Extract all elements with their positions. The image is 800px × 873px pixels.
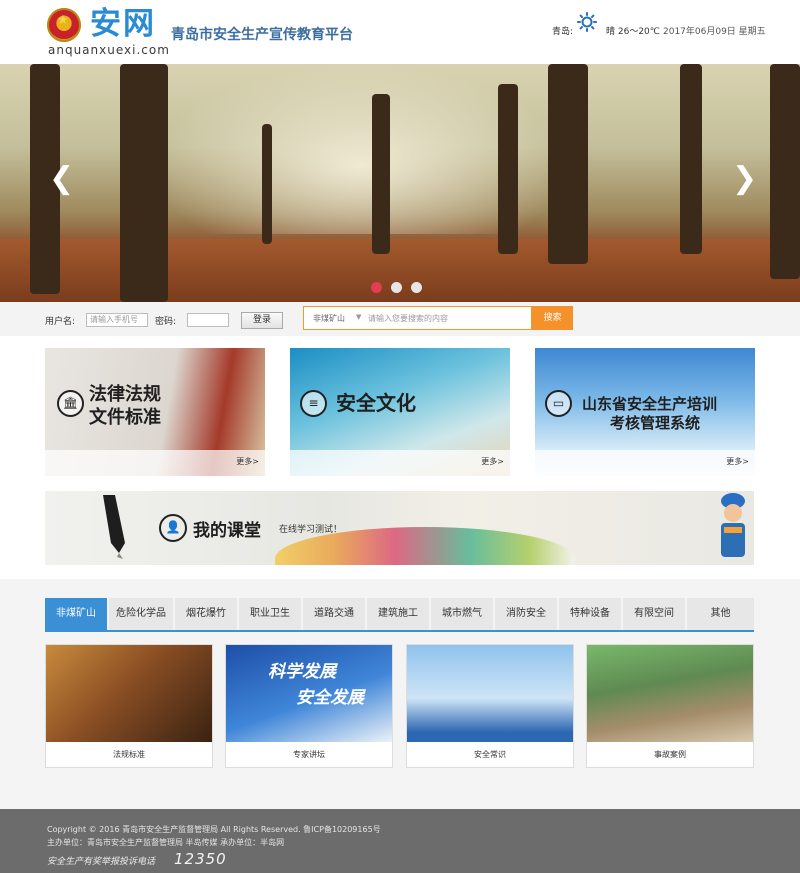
date-text: 2017年06月09日 星期五 xyxy=(663,27,766,37)
search-category-select[interactable]: 非煤矿山 xyxy=(313,313,345,324)
tab-construction[interactable]: 建筑施工 xyxy=(367,598,429,630)
site-logo[interactable]: 安网 xyxy=(90,6,156,42)
tab-road-traffic[interactable]: 道路交通 xyxy=(303,598,365,630)
tile-training-system[interactable]: ▭ 山东省安全生产培训 考核管理系统 更多> xyxy=(535,348,755,476)
carousel-dot[interactable] xyxy=(391,282,402,293)
card-expert-forum[interactable]: 科学发展 安全发展 专家讲坛 xyxy=(225,644,393,768)
carousel-dots xyxy=(371,278,431,293)
weather-text: 晴 26～20℃ xyxy=(606,27,660,37)
tile-strip xyxy=(535,450,755,476)
more-link[interactable]: 更多> xyxy=(726,456,749,467)
tab-hazardous-chemicals[interactable]: 危险化学品 xyxy=(109,598,173,630)
card-label: 事故案例 xyxy=(654,750,686,759)
tile-title-line2: 文件标准 xyxy=(89,407,161,428)
tab-special-equipment[interactable]: 特种设备 xyxy=(559,598,621,630)
bank-icon: 🏛 xyxy=(57,390,84,417)
search-input[interactable]: 非煤矿山 ▼ 请输入您要搜索的内容 xyxy=(303,306,532,330)
site-title: 青岛市安全生产宣传教育平台 xyxy=(171,27,353,43)
password-input[interactable] xyxy=(187,313,229,327)
banner-text-line1: 科学发展 xyxy=(268,662,336,682)
tile-title-line1: 安全文化 xyxy=(336,391,416,415)
more-link[interactable]: 更多> xyxy=(481,456,504,467)
tile-safety-culture[interactable]: ≡ 安全文化 更多> xyxy=(290,348,510,476)
category-tabs: 非煤矿山 危险化学品 烟花爆竹 职业卫生 道路交通 建筑施工 城市燃气 消防安全… xyxy=(45,598,754,630)
tile-laws-standards[interactable]: 🏛 法律法规 文件标准 更多> xyxy=(45,348,265,476)
username-label: 用户名: xyxy=(45,317,76,327)
card-safety-knowledge[interactable]: 安全常识 xyxy=(406,644,574,768)
classroom-title: 我的课堂 xyxy=(193,521,261,541)
sun-icon xyxy=(577,12,597,32)
tab-underline xyxy=(45,630,754,632)
tree-trunk xyxy=(262,124,272,244)
tile-strip xyxy=(290,450,510,476)
tree-trunk xyxy=(770,64,800,279)
tree-trunk xyxy=(372,94,390,254)
card-regulations[interactable]: 法规标准 xyxy=(45,644,213,768)
organizer-text: 主办单位：青岛市安全生产监督管理局 半岛传媒 承办单位：半岛网 xyxy=(47,838,285,847)
login-button[interactable]: 登录 xyxy=(241,312,283,329)
tree-trunk xyxy=(548,64,588,264)
tile-title-line1: 法律法规 xyxy=(89,384,161,405)
fountain-pen-icon xyxy=(103,495,125,559)
search-placeholder: 请输入您要搜索的内容 xyxy=(368,314,448,323)
weather-city: 青岛: xyxy=(552,27,574,37)
hotline-number: 12350 xyxy=(174,850,227,868)
card-label: 专家讲坛 xyxy=(293,750,325,759)
carousel-dot[interactable] xyxy=(411,282,422,293)
site-header: ★ 安网 anquanxuexi.com 青岛市安全生产宣传教育平台 青岛: 晴… xyxy=(0,0,800,64)
chevron-down-icon[interactable]: ▼ xyxy=(356,313,361,321)
workers-silhouette-image xyxy=(407,645,573,742)
site-domain: anquanxuexi.com xyxy=(48,43,170,57)
copyright-text: Copyright © 2016 青岛市安全生产监督管理局 All Rights… xyxy=(47,825,381,834)
username-input[interactable]: 请输入手机号 xyxy=(86,313,148,327)
tree-trunk xyxy=(120,64,168,302)
carousel-dot[interactable] xyxy=(371,282,382,293)
hero-carousel[interactable]: ❮ ❯ xyxy=(0,64,800,302)
person-icon: 👤 xyxy=(159,514,187,542)
my-classroom-banner[interactable]: 👤 我的课堂 在线学习测试！ xyxy=(45,491,754,565)
card-label: 安全常识 xyxy=(474,750,506,759)
rescue-site-image xyxy=(587,645,753,742)
tab-other[interactable]: 其他 xyxy=(687,598,754,630)
password-label: 密码: xyxy=(155,317,177,327)
book-stack-icon: ≡ xyxy=(300,390,327,417)
tree-trunk xyxy=(680,64,702,254)
hotline-label: 安全生产有奖举报投诉电话 xyxy=(47,857,156,867)
tile-strip xyxy=(45,450,265,476)
more-link[interactable]: 更多> xyxy=(236,456,259,467)
tab-confined-space[interactable]: 有限空间 xyxy=(623,598,685,630)
site-footer: Copyright © 2016 青岛市安全生产监督管理局 All Rights… xyxy=(0,809,800,873)
carousel-prev-icon[interactable]: ❮ xyxy=(49,159,74,199)
monitor-icon: ▭ xyxy=(545,390,572,417)
tab-fireworks[interactable]: 烟花爆竹 xyxy=(175,598,237,630)
tab-city-gas[interactable]: 城市燃气 xyxy=(431,598,493,630)
card-accident-cases[interactable]: 事故案例 xyxy=(586,644,754,768)
card-label: 法规标准 xyxy=(113,750,145,759)
expert-forum-image: 科学发展 安全发展 xyxy=(226,645,392,742)
classroom-subtitle: 在线学习测试！ xyxy=(279,525,343,535)
tab-occupational-health[interactable]: 职业卫生 xyxy=(239,598,301,630)
banner-text-line2: 安全发展 xyxy=(296,688,364,708)
tile-title-line2: 考核管理系统 xyxy=(610,414,701,432)
search-button[interactable]: 搜索 xyxy=(532,306,573,330)
tab-non-coal-mine[interactable]: 非煤矿山 xyxy=(45,598,107,630)
national-emblem-icon: ★ xyxy=(47,8,81,42)
tab-fire-safety[interactable]: 消防安全 xyxy=(495,598,557,630)
tree-trunk xyxy=(498,84,518,254)
carousel-next-icon[interactable]: ❯ xyxy=(732,159,757,199)
worker-mascot-icon xyxy=(721,493,745,557)
scales-of-justice-image xyxy=(46,645,212,742)
